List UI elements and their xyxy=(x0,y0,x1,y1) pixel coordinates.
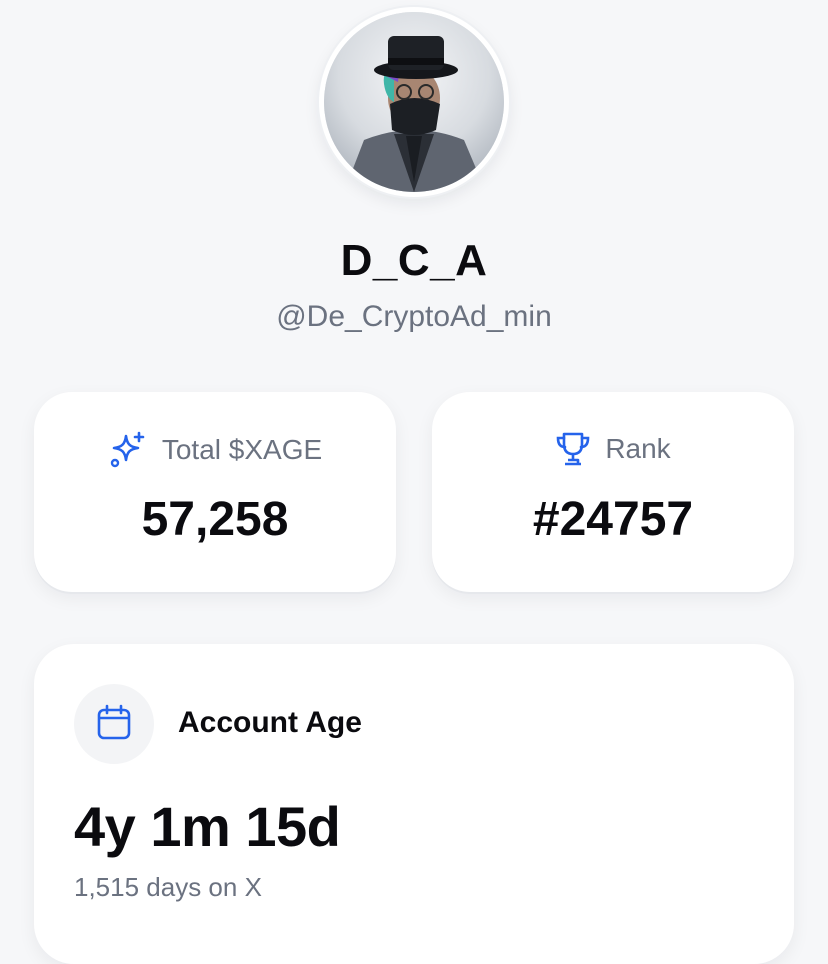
account-age-days: 1,515 days on X xyxy=(74,872,262,902)
calendar-icon-badge xyxy=(74,684,154,764)
account-age-card: Account Age 4y 1m 15d 1,515 days on X xyxy=(34,644,794,964)
total-xage-label: Total $XAGE xyxy=(161,434,323,465)
total-xage-header: Total $XAGE xyxy=(34,430,396,470)
rank-label: Rank xyxy=(605,433,671,464)
rank-card: Rank #24757 xyxy=(432,392,794,592)
avatar-image xyxy=(324,12,504,192)
rank-value: #24757 xyxy=(532,493,694,546)
total-xage-value: 57,258 xyxy=(141,493,289,546)
rank-header: Rank xyxy=(432,430,794,468)
profile-avatar xyxy=(319,7,509,197)
calendar-icon xyxy=(96,703,132,746)
user-handle: @De_CryptoAd_min xyxy=(276,300,552,333)
total-xage-card: Total $XAGE 57,258 xyxy=(34,392,396,592)
display-name: D_C_A xyxy=(340,236,488,285)
sparkles-icon xyxy=(108,430,148,470)
account-age-value: 4y 1m 15d xyxy=(74,795,341,858)
account-age-title: Account Age xyxy=(178,706,362,739)
trophy-icon xyxy=(555,430,591,468)
